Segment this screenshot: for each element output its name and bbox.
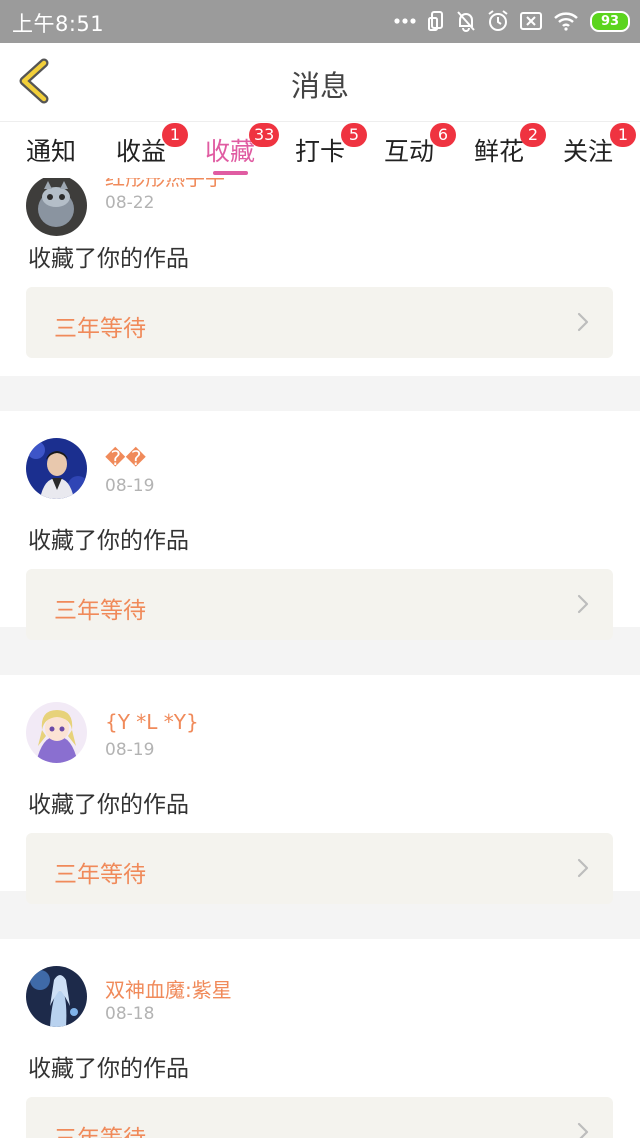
tab-follows[interactable]: 关注 1 <box>563 123 636 168</box>
tab-label: 鲜花 <box>474 137 525 166</box>
user-name[interactable]: 双神血魔:紫星 <box>105 974 232 1003</box>
wifi-icon <box>553 11 579 31</box>
unread-badge: 6 <box>430 123 456 147</box>
chevron-right-icon <box>577 312 589 336</box>
list-item: 双神血魔:紫星 08-18 收藏了你的作品 三年等待 <box>0 939 640 1138</box>
header: 消息 <box>0 43 640 122</box>
action-text: 收藏了你的作品 <box>28 246 189 272</box>
more-dots-icon <box>394 17 416 25</box>
post-date: 08-22 <box>105 193 155 213</box>
favorites-feed[interactable]: 红彤彤热乎乎 08-22 收藏了你的作品 三年等待 �� 08-19 收藏了你的… <box>0 178 640 1138</box>
sim-off-icon <box>520 12 542 30</box>
avatar[interactable] <box>26 438 87 499</box>
work-link[interactable]: 三年等待 <box>26 833 613 904</box>
tab-bar: 通知 收益 1 收藏 33 打卡 5 互动 6 鲜花 2 关注 1 <box>0 122 640 178</box>
action-text: 收藏了你的作品 <box>28 1056 189 1082</box>
tab-label: 互动 <box>384 137 435 166</box>
list-item: 红彤彤热乎乎 08-22 收藏了你的作品 三年等待 <box>0 178 640 376</box>
tab-label: 收益 <box>116 137 167 166</box>
tab-label: 通知 <box>26 137 77 166</box>
status-time: 上午8:51 <box>12 12 105 36</box>
work-title: 三年等待 <box>54 1119 146 1138</box>
list-item: �� 08-19 收藏了你的作品 三年等待 <box>0 411 640 640</box>
avatar[interactable] <box>26 178 87 236</box>
active-tab-indicator <box>213 171 248 175</box>
action-text: 收藏了你的作品 <box>28 528 189 554</box>
tab-flowers[interactable]: 鲜花 2 <box>474 123 546 168</box>
screen-rotate-icon <box>427 10 445 32</box>
page-title: 消息 <box>290 69 349 103</box>
tab-label: 收藏 <box>205 137 256 166</box>
tab-label: 关注 <box>563 137 614 166</box>
tab-label: 打卡 <box>295 137 346 166</box>
tab-interactions[interactable]: 互动 6 <box>384 123 456 168</box>
post-date: 08-19 <box>105 740 155 760</box>
avatar[interactable] <box>26 966 87 1027</box>
work-title: 三年等待 <box>54 598 146 624</box>
unread-badge: 5 <box>341 123 367 147</box>
mute-bell-icon <box>456 10 476 32</box>
user-name[interactable]: �� <box>105 446 146 470</box>
work-link[interactable]: 三年等待 <box>26 287 613 358</box>
status-icons: 93 <box>394 8 630 34</box>
tab-earnings[interactable]: 收益 1 <box>116 123 188 168</box>
tab-favorites[interactable]: 收藏 33 <box>205 123 280 168</box>
tab-checkin[interactable]: 打卡 5 <box>295 123 367 168</box>
post-date: 08-19 <box>105 476 155 496</box>
user-name[interactable]: {Y *L *Y} <box>105 710 199 734</box>
action-text: 收藏了你的作品 <box>28 792 189 818</box>
unread-badge: 2 <box>520 123 546 147</box>
user-name[interactable]: 红彤彤热乎乎 <box>105 178 225 191</box>
unread-badge: 33 <box>249 123 280 147</box>
work-link[interactable]: 三年等待 <box>26 1097 613 1138</box>
avatar[interactable] <box>26 702 87 763</box>
post-date: 08-18 <box>105 1004 155 1024</box>
chevron-right-icon <box>577 594 589 618</box>
tab-notifications[interactable]: 通知 <box>26 132 76 168</box>
unread-badge: 1 <box>610 123 636 147</box>
unread-badge: 1 <box>162 123 188 147</box>
work-link[interactable]: 三年等待 <box>26 569 613 640</box>
work-title: 三年等待 <box>54 316 146 342</box>
chevron-right-icon <box>577 858 589 882</box>
chevron-right-icon <box>577 1122 589 1138</box>
alarm-icon <box>487 10 509 32</box>
status-bar: 上午8:51 93 <box>0 0 640 43</box>
list-item: {Y *L *Y} 08-19 收藏了你的作品 三年等待 <box>0 675 640 904</box>
work-title: 三年等待 <box>54 862 146 888</box>
battery-icon: 93 <box>590 10 630 32</box>
